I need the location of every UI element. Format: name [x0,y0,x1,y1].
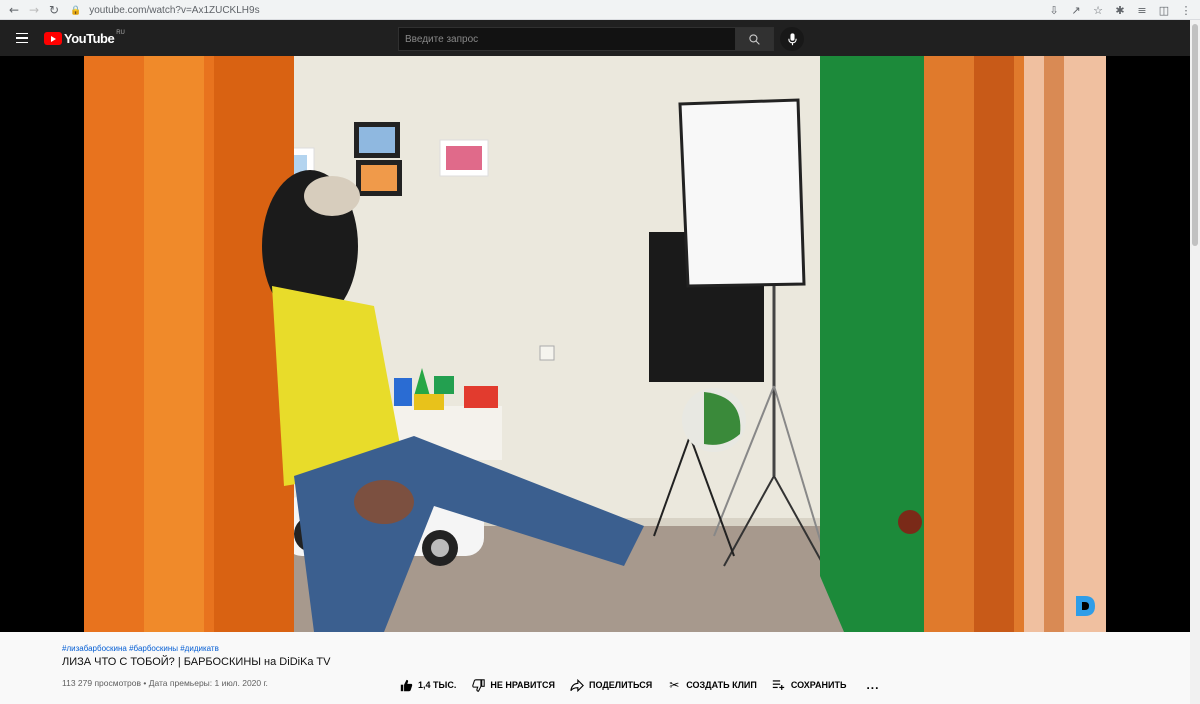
search-button[interactable] [736,27,774,51]
video-meta: 113 279 просмотров • Дата премьеры: 1 ию… [62,678,268,688]
video-scene-image [84,56,1106,632]
lock-icon: 🔒 [70,4,82,15]
install-icon[interactable]: ⇩ [1044,0,1064,20]
didika-watermark-icon [1076,596,1095,616]
video-title: ЛИЗА ЧТО С ТОБОЙ? | БАРБОСКИНЫ на DiDiKa… [62,656,331,668]
back-icon[interactable]: ← [4,0,24,20]
channel-watermark[interactable] [1072,593,1098,624]
video-player[interactable] [0,56,1190,632]
clip-button[interactable]: ✂ СОЗДАТЬ КЛИП [666,677,757,693]
forward-icon[interactable]: → [24,0,44,20]
scrollbar-thumb[interactable] [1192,24,1198,246]
video-info: #лизабарбоскина #барбоскины #дидикатв ЛИ… [0,632,1190,704]
dislike-button[interactable]: НЕ НРАВИТСЯ [470,677,555,693]
hamburger-menu-icon[interactable] [12,28,32,48]
address-bar[interactable]: 🔒 youtube.com/watch?v=Ax1ZUCKLH9s [70,2,260,18]
save-button[interactable]: СОХРАНИТЬ [771,677,847,693]
scissors-icon: ✂ [669,678,680,692]
search-input[interactable] [398,27,736,51]
search-box [398,27,774,51]
like-button[interactable]: 1,4 ТЫС. [398,677,456,693]
clip-label: СОЗДАТЬ КЛИП [686,680,757,690]
bookmark-star-icon[interactable]: ☆ [1088,0,1108,20]
logo-text: YouTube [64,31,115,46]
reading-list-icon[interactable]: ≡ [1132,0,1152,20]
page-scrollbar[interactable] [1190,20,1200,704]
search-icon [749,33,760,45]
browser-menu-icon[interactable]: ⋮ [1176,0,1196,20]
youtube-header: YouTube RU [0,20,1190,56]
dislike-label: НЕ НРАВИТСЯ [490,680,555,690]
logo-region: RU [116,29,125,36]
thumbs-up-icon [398,677,414,693]
share-label: ПОДЕЛИТЬСЯ [588,680,653,690]
like-count: 1,4 ТЫС. [418,680,457,690]
youtube-logo[interactable]: YouTube RU [44,29,125,46]
share-arrow-icon [569,677,585,693]
share-button[interactable]: ПОДЕЛИТЬСЯ [569,677,652,693]
reload-icon[interactable]: ↻ [44,0,64,20]
video-hashtags[interactable]: #лизабарбоскина #барбоскины #дидикатв [62,644,219,653]
thumbs-down-icon [470,677,486,693]
save-label: СОХРАНИТЬ [790,680,847,690]
side-panel-icon[interactable]: ◫ [1154,0,1174,20]
microphone-icon [787,32,797,45]
share-icon[interactable]: ↗ [1066,0,1086,20]
url-text: youtube.com/watch?v=Ax1ZUCKLH9s [89,4,260,16]
browser-toolbar: ← → ↻ 🔒 youtube.com/watch?v=Ax1ZUCKLH9s … [0,0,1200,20]
video-actions: 1,4 ТЫС. НЕ НРАВИТСЯ ПОДЕЛИТЬСЯ ✂ СОЗДАТ… [398,675,879,695]
playlist-add-icon [771,677,787,693]
extensions-icon[interactable]: ✱ [1110,0,1130,20]
voice-search-button[interactable] [780,27,804,51]
more-actions-button[interactable]: ... [866,678,879,692]
video-frame[interactable] [84,56,1106,632]
youtube-play-logo-icon [44,32,62,45]
